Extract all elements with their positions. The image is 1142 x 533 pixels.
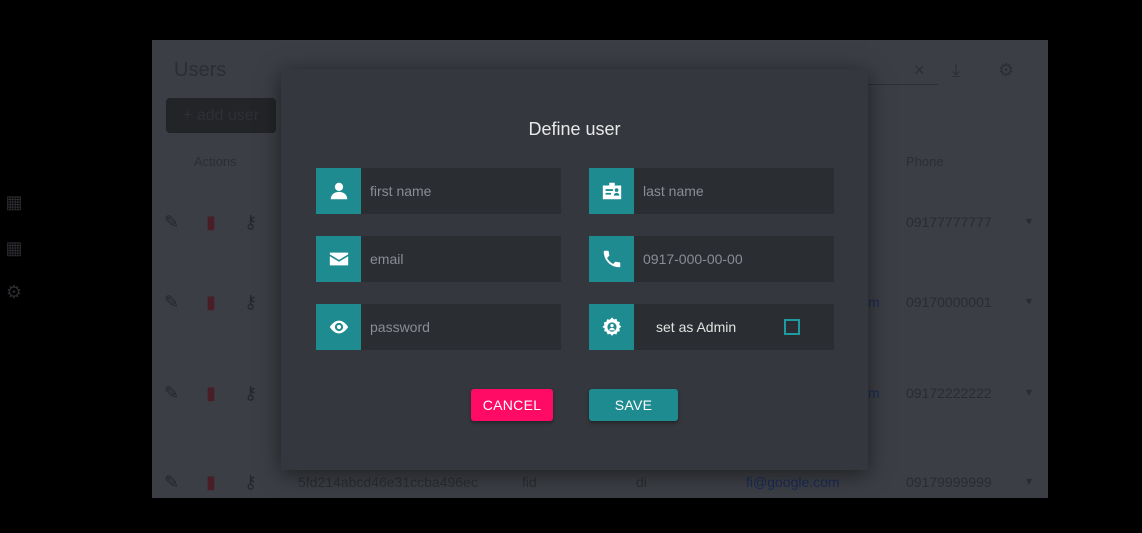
column-header-actions[interactable]: Actions [194, 154, 237, 169]
user-gear-icon [589, 304, 634, 350]
dialog-title: Define user [528, 119, 621, 139]
edit-icon[interactable]: ✎ [164, 292, 179, 312]
table-row: ✎ ▮ ⚷ 5fd214abcd46e31ccba496ec fid di fi… [152, 472, 1048, 496]
email-cell[interactable]: m [868, 294, 880, 310]
row-menu-icon[interactable]: ▾ [1026, 474, 1032, 488]
phone-cell: 09170000001 [906, 294, 992, 310]
email-cell[interactable]: m [868, 385, 880, 401]
table-icon[interactable]: ▦ [4, 239, 24, 257]
trash-icon[interactable]: ▮ [206, 212, 216, 232]
clear-search-icon[interactable]: × [914, 60, 925, 81]
email-field [316, 236, 561, 282]
add-user-button[interactable]: + add user [166, 98, 276, 133]
cancel-button[interactable]: CANCEL [471, 389, 553, 421]
phone-icon [589, 236, 634, 282]
password-input[interactable] [361, 304, 561, 350]
envelope-icon [316, 236, 361, 282]
eye-icon[interactable] [316, 304, 361, 350]
key-icon[interactable]: ⚷ [244, 292, 257, 312]
user-icon [316, 168, 361, 214]
row-menu-icon[interactable]: ▾ [1026, 385, 1032, 399]
settings-icon[interactable]: ⚙ [4, 283, 24, 301]
id-card-icon [589, 168, 634, 214]
admin-field: set as Admin [589, 304, 834, 350]
edit-icon[interactable]: ✎ [164, 472, 179, 492]
key-icon[interactable]: ⚷ [244, 212, 257, 232]
trash-icon[interactable]: ▮ [206, 292, 216, 312]
phone-cell: 09172222222 [906, 385, 992, 401]
gear-icon[interactable]: ⚙ [998, 60, 1014, 81]
id-cell: 5fd214abcd46e31ccba496ec [298, 474, 478, 490]
first-name-cell: fid [522, 474, 537, 490]
admin-checkbox[interactable] [784, 319, 800, 335]
trash-icon[interactable]: ▮ [206, 383, 216, 403]
admin-label: set as Admin [656, 319, 737, 335]
search-input[interactable] [868, 84, 938, 85]
last-name-field [589, 168, 834, 214]
row-menu-icon[interactable]: ▾ [1026, 214, 1032, 228]
last-name-input[interactable] [634, 168, 834, 214]
last-name-cell: di [636, 474, 647, 490]
trash-icon[interactable]: ▮ [206, 472, 216, 492]
first-name-input[interactable] [361, 168, 561, 214]
edit-icon[interactable]: ✎ [164, 383, 179, 403]
email-input[interactable] [361, 236, 561, 282]
save-button[interactable]: SAVE [589, 389, 678, 421]
key-icon[interactable]: ⚷ [244, 383, 257, 403]
phone-cell: 09177777777 [906, 214, 992, 230]
phone-cell: 09179999999 [906, 474, 992, 490]
page-title: Users [174, 59, 227, 81]
phone-input[interactable] [634, 236, 834, 282]
email-cell[interactable]: fi@google.com [746, 474, 840, 490]
key-icon[interactable]: ⚷ [244, 472, 257, 492]
row-menu-icon[interactable]: ▾ [1026, 294, 1032, 308]
grid-icon[interactable]: ▦ [4, 193, 24, 211]
edit-icon[interactable]: ✎ [164, 212, 179, 232]
phone-field [589, 236, 834, 282]
first-name-field [316, 168, 561, 214]
define-user-dialog: Define user first name last name email 0… [281, 69, 868, 470]
password-field [316, 304, 561, 350]
column-header-phone[interactable]: Phone [906, 154, 944, 169]
side-rail: ▦ ▦ ⚙ [0, 185, 30, 355]
download-icon[interactable]: ⤓ [952, 60, 960, 81]
